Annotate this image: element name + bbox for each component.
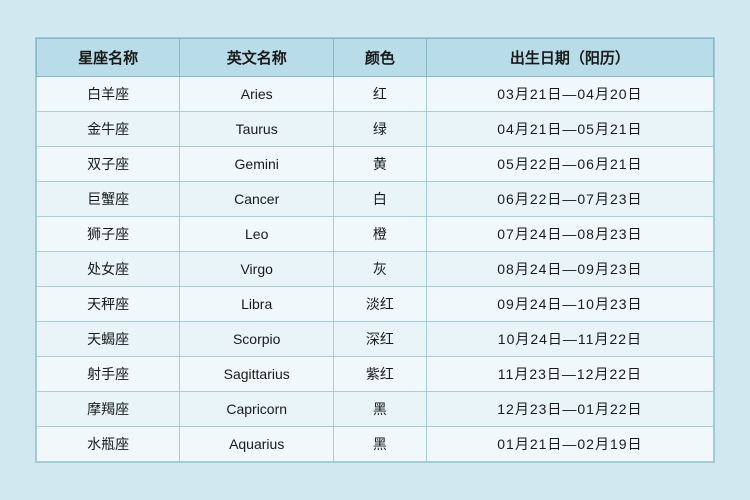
header-english-name: 英文名称 <box>180 39 334 77</box>
cell-english-name: Sagittarius <box>180 357 334 392</box>
cell-color: 紫红 <box>334 357 427 392</box>
cell-birth-dates: 12月23日—01月22日 <box>426 392 713 427</box>
cell-chinese-name: 巨蟹座 <box>37 182 180 217</box>
cell-english-name: Capricorn <box>180 392 334 427</box>
cell-color: 灰 <box>334 252 427 287</box>
cell-chinese-name: 摩羯座 <box>37 392 180 427</box>
cell-birth-dates: 11月23日—12月22日 <box>426 357 713 392</box>
cell-color: 黄 <box>334 147 427 182</box>
cell-english-name: Scorpio <box>180 322 334 357</box>
cell-chinese-name: 狮子座 <box>37 217 180 252</box>
cell-color: 红 <box>334 77 427 112</box>
table-row: 双子座Gemini黄05月22日—06月21日 <box>37 147 714 182</box>
cell-chinese-name: 处女座 <box>37 252 180 287</box>
cell-english-name: Libra <box>180 287 334 322</box>
zodiac-table: 星座名称 英文名称 颜色 出生日期（阳历） 白羊座Aries红03月21日—04… <box>36 38 714 462</box>
cell-birth-dates: 06月22日—07月23日 <box>426 182 713 217</box>
cell-birth-dates: 04月21日—05月21日 <box>426 112 713 147</box>
cell-color: 淡红 <box>334 287 427 322</box>
cell-color: 绿 <box>334 112 427 147</box>
cell-chinese-name: 双子座 <box>37 147 180 182</box>
cell-color: 黑 <box>334 392 427 427</box>
table-row: 巨蟹座Cancer白06月22日—07月23日 <box>37 182 714 217</box>
cell-chinese-name: 水瓶座 <box>37 427 180 462</box>
cell-birth-dates: 10月24日—11月22日 <box>426 322 713 357</box>
cell-birth-dates: 08月24日—09月23日 <box>426 252 713 287</box>
cell-color: 黑 <box>334 427 427 462</box>
cell-chinese-name: 天蝎座 <box>37 322 180 357</box>
table-row: 射手座Sagittarius紫红11月23日—12月22日 <box>37 357 714 392</box>
cell-color: 橙 <box>334 217 427 252</box>
cell-birth-dates: 07月24日—08月23日 <box>426 217 713 252</box>
cell-color: 白 <box>334 182 427 217</box>
header-chinese-name: 星座名称 <box>37 39 180 77</box>
zodiac-table-container: 星座名称 英文名称 颜色 出生日期（阳历） 白羊座Aries红03月21日—04… <box>35 37 715 463</box>
table-row: 金牛座Taurus绿04月21日—05月21日 <box>37 112 714 147</box>
table-row: 狮子座Leo橙07月24日—08月23日 <box>37 217 714 252</box>
table-row: 摩羯座Capricorn黑12月23日—01月22日 <box>37 392 714 427</box>
header-birth-date: 出生日期（阳历） <box>426 39 713 77</box>
cell-birth-dates: 09月24日—10月23日 <box>426 287 713 322</box>
cell-english-name: Virgo <box>180 252 334 287</box>
header-color: 颜色 <box>334 39 427 77</box>
cell-english-name: Aries <box>180 77 334 112</box>
table-header-row: 星座名称 英文名称 颜色 出生日期（阳历） <box>37 39 714 77</box>
cell-chinese-name: 白羊座 <box>37 77 180 112</box>
table-row: 天秤座Libra淡红09月24日—10月23日 <box>37 287 714 322</box>
cell-birth-dates: 05月22日—06月21日 <box>426 147 713 182</box>
cell-english-name: Aquarius <box>180 427 334 462</box>
table-row: 处女座Virgo灰08月24日—09月23日 <box>37 252 714 287</box>
cell-chinese-name: 天秤座 <box>37 287 180 322</box>
cell-english-name: Gemini <box>180 147 334 182</box>
cell-birth-dates: 01月21日—02月19日 <box>426 427 713 462</box>
cell-english-name: Leo <box>180 217 334 252</box>
cell-chinese-name: 金牛座 <box>37 112 180 147</box>
table-row: 天蝎座Scorpio深红10月24日—11月22日 <box>37 322 714 357</box>
cell-english-name: Cancer <box>180 182 334 217</box>
cell-chinese-name: 射手座 <box>37 357 180 392</box>
table-body: 白羊座Aries红03月21日—04月20日金牛座Taurus绿04月21日—0… <box>37 77 714 462</box>
cell-english-name: Taurus <box>180 112 334 147</box>
table-row: 白羊座Aries红03月21日—04月20日 <box>37 77 714 112</box>
table-row: 水瓶座Aquarius黑01月21日—02月19日 <box>37 427 714 462</box>
cell-birth-dates: 03月21日—04月20日 <box>426 77 713 112</box>
cell-color: 深红 <box>334 322 427 357</box>
